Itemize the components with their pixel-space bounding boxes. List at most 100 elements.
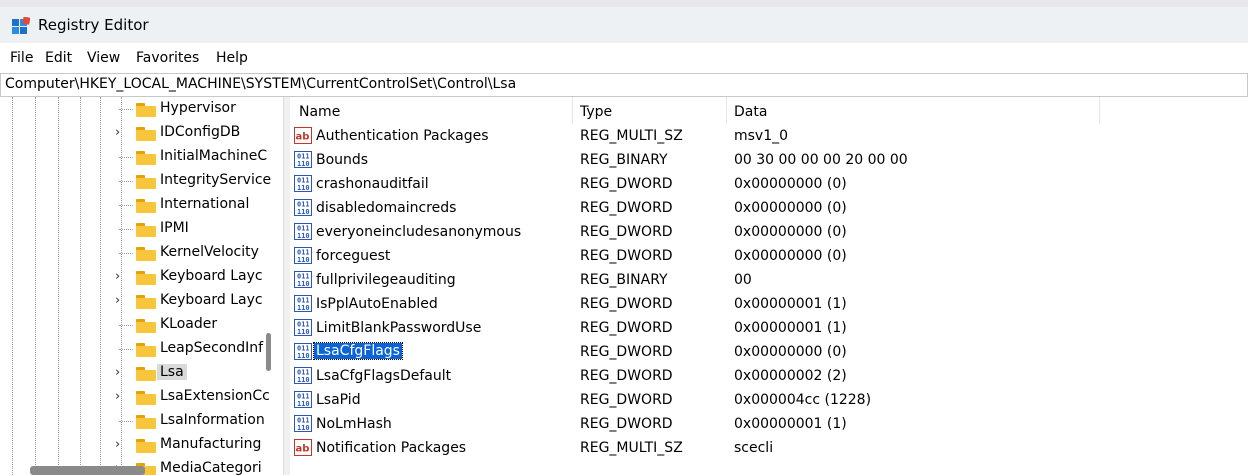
tree-item[interactable]: › Keyboard Layc (0, 265, 283, 289)
tree-item-label: Keyboard Layc (160, 292, 263, 308)
folder-icon (136, 247, 156, 261)
value-row[interactable]: ab Authentication Packages REG_MULTI_SZ msv… (290, 124, 1248, 148)
value-name: LimitBlankPasswordUse (316, 320, 482, 336)
value-type: REG_DWORD (580, 176, 673, 192)
svg-text:ab: ab (296, 444, 310, 455)
tree-item-label: International (160, 196, 250, 212)
value-row[interactable]: 011 110 NoLmHash REG_DWORD 0x00000001 (1) (290, 412, 1248, 436)
svg-text:110: 110 (297, 376, 310, 384)
binary-value-icon: 011 110 (294, 343, 312, 360)
menu-help[interactable]: Help (216, 50, 248, 66)
value-row[interactable]: 011 110 LsaCfgFlagsDefault REG_DWORD 0x00000… (290, 364, 1248, 388)
tree-item-label: KLoader (160, 316, 218, 332)
value-row[interactable]: 011 110 LsaCfgFlags REG_DWORD 0x00000000 (0) (290, 340, 1248, 364)
svg-text:110: 110 (297, 352, 310, 360)
values-list[interactable]: Name Type Data ab Authentication Packages… (290, 97, 1248, 475)
tree-item[interactable]: › Manufacturing (0, 433, 283, 457)
value-data: 0x00000002 (2) (734, 368, 847, 384)
value-data: msv1_0 (734, 128, 789, 144)
value-row[interactable]: 011 110 disabledomaincreds REG_DWORD 0x00000… (290, 196, 1248, 220)
folder-icon (136, 127, 156, 141)
value-row[interactable]: 011 110 crashonauditfail REG_DWORD 0x0000000… (290, 172, 1248, 196)
value-name: NoLmHash (316, 416, 392, 432)
column-header-name[interactable]: Name (299, 104, 340, 120)
folder-icon (136, 415, 156, 429)
menu-file[interactable]: File (10, 50, 33, 66)
value-name: forceguest (316, 248, 391, 264)
tree-item[interactable]: International (0, 193, 283, 217)
value-data: 0x00000000 (0) (734, 248, 847, 264)
folder-icon (136, 271, 156, 285)
svg-text:110: 110 (297, 304, 310, 312)
value-data: 00 (734, 272, 752, 288)
tree-item[interactable]: InitialMachineC (0, 145, 283, 169)
pane-splitter[interactable] (283, 97, 290, 475)
binary-value-icon: 011 110 (294, 295, 312, 312)
tree-item-label: InitialMachineC (160, 148, 268, 164)
tree-item-label: IDConfigDB (160, 124, 241, 140)
value-row[interactable]: ab Notification Packages REG_MULTI_SZ scecl… (290, 436, 1248, 460)
value-data: 0x00000000 (0) (734, 176, 847, 192)
tree-item[interactable]: › IDConfigDB (0, 121, 283, 145)
value-type: REG_BINARY (580, 272, 668, 288)
value-type: REG_DWORD (580, 344, 673, 360)
svg-text:110: 110 (297, 256, 310, 264)
tree-item[interactable]: KernelVelocity (0, 241, 283, 265)
column-header-type[interactable]: Type (580, 104, 612, 120)
tree-item[interactable]: LeapSecondInf (0, 337, 283, 361)
value-row[interactable]: 011 110 LimitBlankPasswordUse REG_DWORD 0x00… (290, 316, 1248, 340)
value-data: 0x00000000 (0) (734, 200, 847, 216)
tree-item[interactable]: KLoader (0, 313, 283, 337)
column-header-data[interactable]: Data (734, 104, 767, 120)
tree-item-label: KernelVelocity (160, 244, 259, 260)
value-data: 0x00000001 (1) (734, 320, 847, 336)
address-bar[interactable]: Computer\HKEY_LOCAL_MACHINE\SYSTEM\Curre… (0, 73, 1248, 97)
tree-item-label: Manufacturing (160, 436, 262, 452)
folder-icon (136, 223, 156, 237)
binary-value-icon: 011 110 (294, 223, 312, 240)
chevron-right-icon[interactable]: › (115, 126, 129, 140)
value-name: everyoneincludesanonymous (316, 224, 522, 240)
value-type: REG_DWORD (580, 224, 673, 240)
tree-item[interactable]: IntegrityService (0, 169, 283, 193)
chevron-right-icon[interactable]: › (115, 438, 129, 452)
binary-value-icon: 011 110 (294, 415, 312, 432)
value-row[interactable]: 011 110 forceguest REG_DWORD 0x00000000 (0) (290, 244, 1248, 268)
title-bar: Registry Editor (0, 7, 1248, 43)
value-type: REG_DWORD (580, 320, 673, 336)
value-name: Bounds (316, 152, 369, 168)
tree-item[interactable]: LsaInformation (0, 409, 283, 433)
binary-value-icon: 011 110 (294, 271, 312, 288)
chevron-right-icon[interactable]: › (115, 390, 129, 404)
tree-item[interactable]: › Lsa (0, 361, 283, 385)
value-row[interactable]: 011 110 Bounds REG_BINARY 00 30 00 00 00 20 … (290, 148, 1248, 172)
value-row[interactable]: 011 110 LsaPid REG_DWORD 0x000004cc (1228) (290, 388, 1248, 412)
tree-horizontal-scrollbar[interactable] (30, 466, 145, 475)
value-name: LsaCfgFlags (313, 342, 403, 360)
tree-item-label: Keyboard Layc (160, 268, 263, 284)
string-value-icon: ab (294, 127, 312, 144)
value-row[interactable]: 011 110 fullprivilegeauditing REG_BINARY 00 (290, 268, 1248, 292)
tree-item[interactable]: › LsaExtensionCc (0, 385, 283, 409)
chevron-right-icon[interactable]: › (115, 270, 129, 284)
chevron-right-icon[interactable]: › (115, 366, 129, 380)
menu-favorites[interactable]: Favorites (136, 50, 199, 66)
tree-item[interactable]: Hypervisor (0, 97, 283, 121)
tree-item[interactable]: › Keyboard Layc (0, 289, 283, 313)
value-name: IsPplAutoEnabled (316, 296, 438, 312)
binary-value-icon: 011 110 (294, 247, 312, 264)
tree-item-label: MediaCategori (160, 460, 262, 475)
value-row[interactable]: 011 110 everyoneincludesanonymous REG_DWORD… (290, 220, 1248, 244)
tree-item[interactable]: IPMI (0, 217, 283, 241)
menu-edit[interactable]: Edit (45, 50, 72, 66)
registry-editor-icon (12, 17, 30, 34)
svg-text:110: 110 (297, 184, 310, 192)
value-row[interactable]: 011 110 IsPplAutoEnabled REG_DWORD 0x0000000… (290, 292, 1248, 316)
value-type: REG_DWORD (580, 200, 673, 216)
value-type: REG_DWORD (580, 296, 673, 312)
folder-icon (136, 367, 156, 381)
menu-view[interactable]: View (87, 50, 120, 66)
chevron-right-icon[interactable]: › (115, 294, 129, 308)
binary-value-icon: 011 110 (294, 391, 312, 408)
key-tree[interactable]: Hypervisor › IDConfigDB InitialMachineC Inte… (0, 97, 283, 475)
